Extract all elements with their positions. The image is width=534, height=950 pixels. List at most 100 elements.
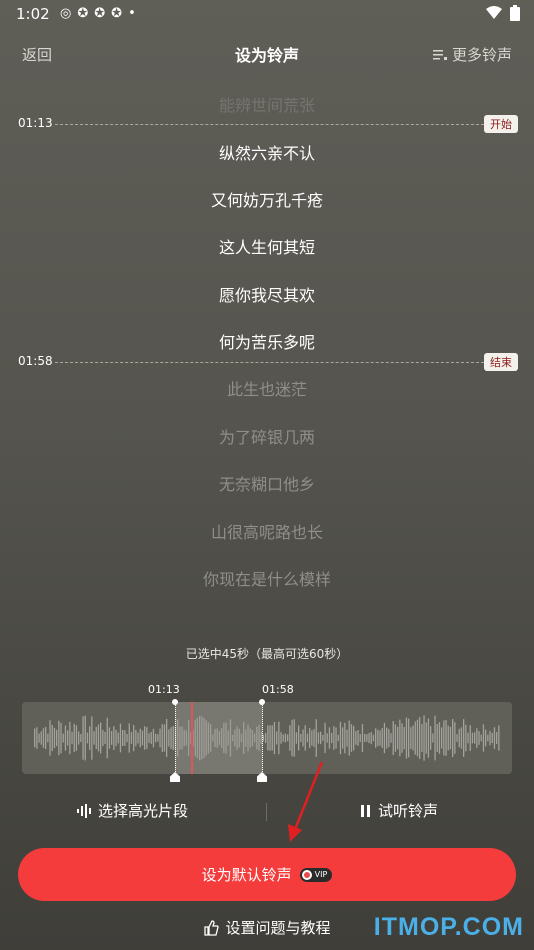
range-start-label: 01:13 — [148, 683, 180, 696]
lyric-line[interactable]: 此生也迷茫 — [0, 376, 534, 400]
playhead[interactable] — [191, 702, 193, 774]
status-bar: 1:02 ◎ ✪ ✪ ✪ • — [0, 0, 534, 30]
waveform-bar — [366, 734, 368, 742]
set-default-ringtone-label: 设为默认铃声 — [201, 866, 292, 884]
waveform-bar — [289, 725, 291, 751]
waveform-bar — [485, 729, 487, 747]
waveform[interactable] — [22, 702, 512, 774]
waveform-bar — [326, 733, 328, 743]
lyric-line[interactable]: 何为苦乐多呢 — [0, 329, 534, 353]
waveform-bar — [157, 734, 159, 742]
lyric-line[interactable]: 这人生何其短 — [0, 234, 534, 258]
waveform-bar — [469, 725, 471, 751]
waveform-bar — [368, 733, 370, 743]
end-marker[interactable]: 01:58 结束 — [0, 353, 534, 371]
waveform-bar — [335, 727, 337, 749]
wifi-icon — [486, 6, 502, 19]
waveform-bar — [375, 728, 377, 748]
waveform-bar — [478, 731, 480, 745]
start-marker-line — [55, 124, 494, 125]
waveform-bar — [64, 725, 67, 751]
select-highlight-label: 选择高光片段 — [98, 802, 189, 820]
start-marker[interactable]: 01:13 开始 — [0, 115, 534, 133]
waveform-bar — [166, 718, 168, 757]
waveform-bar — [331, 733, 333, 744]
waveform-bar — [34, 728, 36, 748]
waveform-bar — [67, 730, 69, 746]
waveform-bar — [458, 728, 460, 748]
more-ringtones-button[interactable]: 更多铃声 — [432, 44, 512, 65]
help-tutorial-label: 设置问题与教程 — [225, 919, 331, 937]
waveform-bar — [267, 725, 269, 751]
dot-icon: • — [128, 6, 136, 21]
waveform-bar — [416, 719, 419, 757]
waveform-bar — [383, 722, 386, 754]
waveform-bar — [449, 726, 452, 750]
set-default-ringtone-button[interactable]: 设为默认铃声 VIP — [18, 848, 516, 901]
waveform-bar — [91, 716, 93, 760]
waveform-bar — [135, 729, 137, 747]
waveform-bar — [45, 727, 47, 749]
waveform-bar — [93, 731, 95, 745]
waveform-bar — [271, 725, 273, 751]
preview-ringtone-button[interactable]: 试听铃声 — [360, 800, 438, 821]
select-highlight-button[interactable]: 选择高光片段 — [76, 800, 188, 821]
waveform-bar — [410, 727, 412, 749]
waveform-bar — [405, 717, 408, 759]
waveform-bar — [100, 722, 102, 754]
waveform-bar — [498, 725, 500, 751]
waveform-bar — [56, 729, 58, 747]
preview-ringtone-label: 试听铃声 — [378, 802, 439, 820]
lyric-line[interactable]: 又何妨万孔千疮 — [0, 187, 534, 211]
status-time: 1:02 — [16, 5, 50, 23]
waveform-bar — [124, 730, 126, 746]
notification-icons: ◎ ✪ ✪ ✪ • — [60, 6, 136, 21]
waveform-bar — [493, 727, 496, 749]
waveform-bar — [276, 731, 278, 745]
selection-window[interactable] — [175, 702, 263, 774]
selection-end-edge — [262, 702, 263, 774]
waveform-bar — [146, 727, 148, 749]
waveform-bar — [454, 722, 456, 754]
waveform-bar — [282, 734, 284, 742]
waveform-bar — [476, 728, 478, 748]
waveform-bar — [86, 732, 89, 744]
waveform-bar — [423, 715, 425, 761]
waveform-bar — [348, 720, 350, 756]
waveform-bar — [452, 719, 454, 757]
waveform-bar — [496, 732, 498, 744]
waveform-bar — [119, 723, 122, 753]
waveform-bar — [62, 733, 64, 743]
lyric-line[interactable]: 愿你我尽其欢 — [0, 282, 534, 306]
aperture-icon: ✪ — [94, 6, 106, 21]
lyric-line[interactable]: 你现在是什么模样 — [0, 566, 534, 590]
soundwave-icon — [77, 803, 91, 818]
waveform-bar — [480, 734, 482, 742]
lyric-line[interactable]: 山很高呢路也长 — [0, 519, 534, 543]
waveform-bar — [427, 718, 430, 758]
waveform-bar — [73, 723, 75, 753]
waveform-bar — [137, 732, 139, 744]
waveform-bar — [438, 722, 441, 754]
pause-icon — [361, 804, 370, 817]
start-marker-tag: 开始 — [484, 115, 518, 133]
system-icons — [486, 5, 520, 21]
waveform-bar — [482, 724, 485, 752]
waveform-bar — [401, 723, 403, 753]
waveform-bar — [337, 734, 339, 742]
waveform-bar — [394, 724, 397, 752]
waveform-bar — [108, 727, 111, 749]
waveform-bar — [49, 720, 51, 756]
lyric-line[interactable]: 无奈糊口他乡 — [0, 471, 534, 495]
site-watermark: ITMOP.COM — [373, 913, 524, 941]
waveform-bar — [60, 722, 62, 754]
lyric-line[interactable]: 纵然六亲不认 — [0, 140, 534, 164]
waveform-bar — [148, 733, 150, 743]
waveform-bar — [278, 721, 280, 755]
waveform-bar — [155, 733, 157, 743]
waveform-bar — [370, 732, 372, 745]
divider — [266, 803, 267, 821]
waveform-bar — [40, 731, 42, 745]
lyric-line[interactable]: 为了碎银几两 — [0, 424, 534, 448]
action-row: 选择高光片段 试听铃声 — [0, 800, 534, 826]
